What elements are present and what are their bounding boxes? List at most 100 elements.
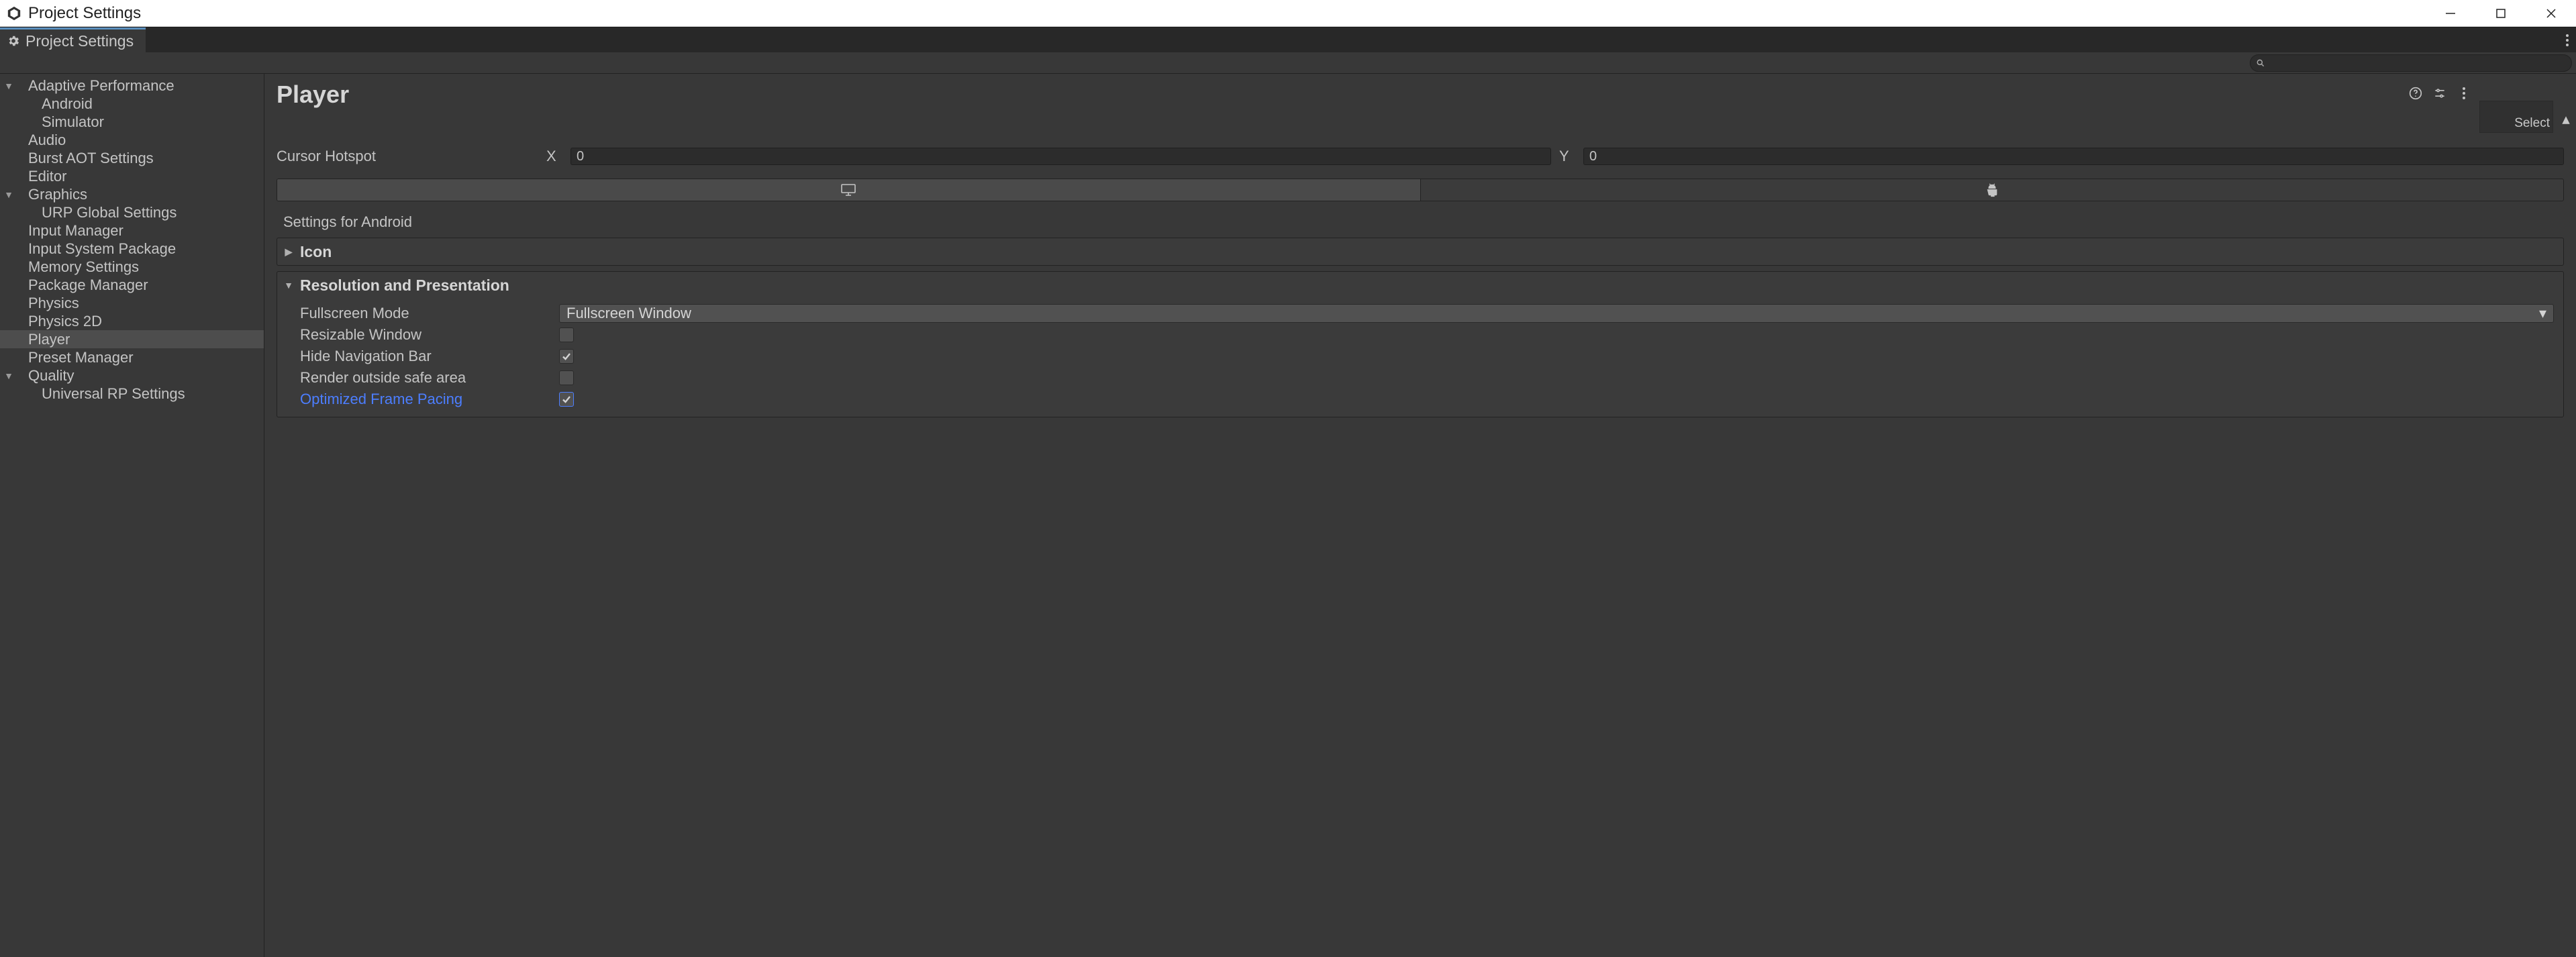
fullscreen-mode-row: Fullscreen Mode Fullscreen Window ▾: [300, 303, 2554, 324]
platform-tab-standalone[interactable]: [277, 179, 1421, 201]
close-button[interactable]: [2526, 0, 2576, 27]
sidebar-item-label: Burst AOT Settings: [15, 150, 264, 167]
sidebar-item-label: Editor: [15, 168, 264, 185]
sidebar-item-label: Physics 2D: [15, 313, 264, 330]
sidebar-item-burst-aot-settings[interactable]: Burst AOT Settings: [0, 149, 264, 167]
search-field[interactable]: [2250, 54, 2572, 72]
optimized-frame-pacing-row: Optimized Frame Pacing: [300, 389, 2554, 410]
sidebar-item-label: Android: [15, 95, 264, 113]
minimize-button[interactable]: [2425, 0, 2475, 27]
sidebar-item-input-system-package[interactable]: Input System Package: [0, 240, 264, 258]
android-icon: [1985, 183, 1999, 197]
content-kebab-menu[interactable]: [2455, 85, 2473, 102]
hide-nav-bar-row: Hide Navigation Bar: [300, 346, 2554, 367]
search-row: [0, 52, 2576, 74]
unity-icon: [5, 5, 23, 22]
content-header: Player Select ▴: [264, 74, 2576, 133]
section-resolution: ▼ Resolution and Presentation Fullscreen…: [277, 271, 2564, 417]
cursor-hotspot-y-label: Y: [1559, 148, 1575, 165]
sidebar-item-physics[interactable]: Physics: [0, 294, 264, 312]
render-outside-safe-area-checkbox[interactable]: [559, 370, 574, 385]
fullscreen-mode-label: Fullscreen Mode: [300, 305, 559, 322]
sidebar-item-label: Package Manager: [15, 276, 264, 294]
search-input[interactable]: [2269, 56, 2566, 70]
sidebar-item-player[interactable]: Player: [0, 330, 264, 348]
sidebar-item-quality[interactable]: ▼Quality: [0, 366, 264, 385]
sidebar-item-label: URP Global Settings: [15, 204, 264, 221]
section-icon: ▶ Icon: [277, 238, 2564, 266]
section-icon-header[interactable]: ▶ Icon: [277, 238, 2563, 265]
sidebar-item-package-manager[interactable]: Package Manager: [0, 276, 264, 294]
select-label: Select: [2514, 116, 2550, 131]
chevron-right-icon: ▶: [284, 246, 293, 258]
sidebar-item-label: Physics: [15, 295, 264, 312]
tab-kebab-menu[interactable]: [2563, 28, 2576, 52]
chevron-down-icon: ▾: [2539, 305, 2546, 322]
render-outside-safe-area-row: Render outside safe area: [300, 367, 2554, 389]
tabstrip: Project Settings: [0, 27, 2576, 52]
sidebar-item-label: Adaptive Performance: [15, 77, 264, 95]
optimized-frame-pacing-checkbox[interactable]: [559, 392, 574, 407]
settings-sidebar: ▼Adaptive PerformanceAndroidSimulatorAud…: [0, 74, 264, 957]
maximize-button[interactable]: [2475, 0, 2526, 27]
cursor-hotspot-label: Cursor Hotspot: [277, 148, 538, 165]
sidebar-item-label: Player: [15, 331, 264, 348]
chevron-down-icon: ▼: [284, 280, 293, 291]
sidebar-item-universal-rp-settings[interactable]: Universal RP Settings: [0, 385, 264, 403]
sidebar-item-graphics[interactable]: ▼Graphics: [0, 185, 264, 203]
sidebar-item-adaptive-performance[interactable]: ▼Adaptive Performance: [0, 77, 264, 95]
platform-tab-android[interactable]: [1421, 179, 2564, 201]
chevron-down-icon[interactable]: ▼: [3, 81, 15, 91]
settings-for-android-label: Settings for Android: [277, 211, 2564, 238]
sidebar-item-simulator[interactable]: Simulator: [0, 113, 264, 131]
help-icon[interactable]: [2407, 85, 2424, 102]
window-title: Project Settings: [28, 4, 141, 23]
gear-icon: [7, 34, 20, 48]
platform-tabs: [277, 179, 2564, 201]
scroll-up-arrow[interactable]: ▴: [2560, 110, 2572, 128]
cursor-hotspot-row: Cursor Hotspot X Y: [277, 146, 2564, 166]
hide-nav-bar-label: Hide Navigation Bar: [300, 348, 559, 365]
sidebar-item-label: Input Manager: [15, 222, 264, 240]
window-titlebar: Project Settings: [0, 0, 2576, 27]
resizable-window-label: Resizable Window: [300, 326, 559, 344]
sidebar-item-label: Graphics: [15, 186, 264, 203]
monitor-icon: [840, 183, 856, 197]
page-title: Player: [277, 81, 349, 109]
sidebar-item-urp-global-settings[interactable]: URP Global Settings: [0, 203, 264, 221]
section-resolution-header[interactable]: ▼ Resolution and Presentation: [277, 272, 2563, 299]
tab-project-settings[interactable]: Project Settings: [0, 28, 146, 52]
resizable-window-row: Resizable Window: [300, 324, 2554, 346]
sidebar-item-preset-manager[interactable]: Preset Manager: [0, 348, 264, 366]
tab-label: Project Settings: [26, 32, 134, 50]
fullscreen-mode-dropdown[interactable]: Fullscreen Window ▾: [559, 304, 2554, 323]
render-outside-safe-area-label: Render outside safe area: [300, 369, 559, 387]
chevron-down-icon[interactable]: ▼: [3, 189, 15, 200]
sidebar-item-editor[interactable]: Editor: [0, 167, 264, 185]
sidebar-item-label: Quality: [15, 367, 264, 385]
sidebar-item-memory-settings[interactable]: Memory Settings: [0, 258, 264, 276]
search-icon: [2256, 58, 2265, 68]
sidebar-item-physics-2d[interactable]: Physics 2D: [0, 312, 264, 330]
sidebar-item-label: Memory Settings: [15, 258, 264, 276]
section-icon-title: Icon: [300, 243, 332, 261]
hide-nav-bar-checkbox[interactable]: [559, 349, 574, 364]
cursor-hotspot-y-input[interactable]: [1583, 148, 2564, 165]
chevron-down-icon[interactable]: ▼: [3, 370, 15, 381]
section-resolution-title: Resolution and Presentation: [300, 276, 509, 295]
sidebar-item-label: Audio: [15, 132, 264, 149]
optimized-frame-pacing-label: Optimized Frame Pacing: [300, 391, 559, 408]
content-pane: Player Select ▴ Cursor Hotspot X: [264, 74, 2576, 957]
sidebar-item-label: Universal RP Settings: [15, 385, 264, 403]
cursor-texture-select[interactable]: Select: [2479, 101, 2553, 133]
sidebar-item-label: Preset Manager: [15, 349, 264, 366]
sidebar-item-android[interactable]: Android: [0, 95, 264, 113]
cursor-hotspot-x-input[interactable]: [571, 148, 1551, 165]
settings-sliders-icon[interactable]: [2431, 85, 2448, 102]
sidebar-item-label: Input System Package: [15, 240, 264, 258]
sidebar-item-audio[interactable]: Audio: [0, 131, 264, 149]
sidebar-item-label: Simulator: [15, 113, 264, 131]
resizable-window-checkbox[interactable]: [559, 328, 574, 342]
cursor-hotspot-x-label: X: [546, 148, 562, 165]
sidebar-item-input-manager[interactable]: Input Manager: [0, 221, 264, 240]
